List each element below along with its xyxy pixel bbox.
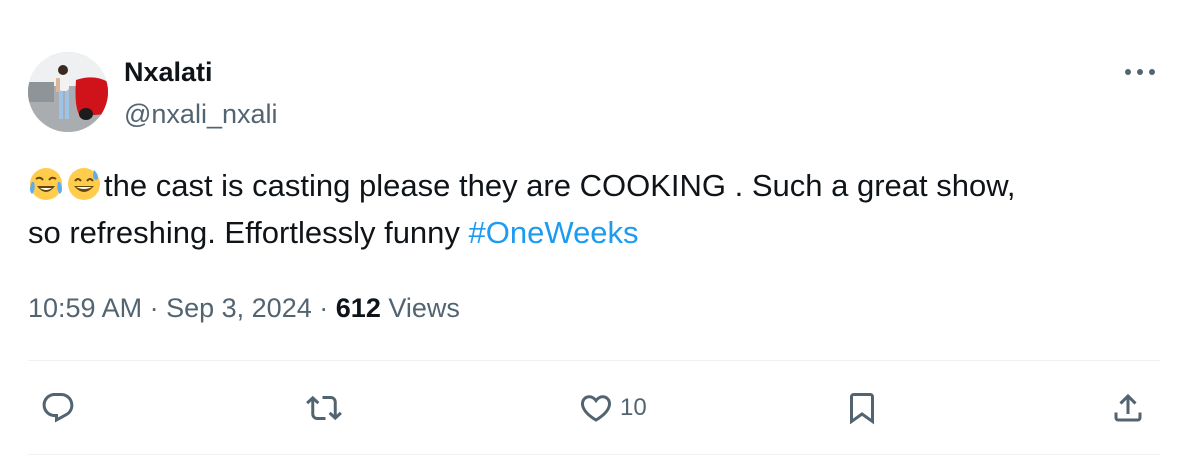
- bookmark-button[interactable]: [844, 386, 880, 430]
- retweet-icon: [306, 395, 342, 421]
- reply-icon: [42, 393, 74, 423]
- like-count: 10: [620, 394, 647, 421]
- tweet-date[interactable]: Sep 3, 2024: [166, 293, 312, 323]
- share-button[interactable]: [1110, 386, 1146, 430]
- bookmark-icon: [850, 393, 874, 425]
- more-horizontal-icon: [1125, 69, 1155, 75]
- author-handle[interactable]: @nxali_nxali: [124, 98, 277, 130]
- meta-separator: ·: [149, 293, 159, 323]
- avatar[interactable]: [28, 52, 108, 132]
- heart-icon: [580, 395, 612, 422]
- meta-separator: ·: [319, 293, 329, 323]
- tweet-text-line2: so refreshing. Effortlessly funny: [28, 215, 469, 250]
- tweet-meta: 10:59 AM · Sep 3, 2024 · 612 Views: [28, 290, 460, 326]
- like-button[interactable]: 10: [578, 386, 647, 430]
- retweet-button[interactable]: [306, 386, 342, 430]
- tweet-time[interactable]: 10:59 AM: [28, 293, 142, 323]
- face-with-tears-of-joy-emoji: [30, 168, 62, 200]
- avatar-photo: [28, 52, 108, 132]
- views-label: Views: [388, 293, 460, 323]
- share-icon: [1114, 393, 1142, 422]
- views-count: 612: [335, 293, 381, 323]
- divider: [28, 454, 1160, 455]
- author-display-name[interactable]: Nxalati: [124, 56, 213, 88]
- tweet-text: the cast is casting please they are COOK…: [28, 162, 1158, 256]
- more-options-button[interactable]: [1120, 58, 1160, 86]
- hashtag-link[interactable]: #OneWeeks: [469, 215, 639, 250]
- reply-button[interactable]: [40, 386, 76, 430]
- divider: [28, 360, 1160, 361]
- tweet-text-line1: the cast is casting please they are COOK…: [104, 168, 1016, 203]
- grinning-face-with-sweat-emoji: [68, 168, 100, 200]
